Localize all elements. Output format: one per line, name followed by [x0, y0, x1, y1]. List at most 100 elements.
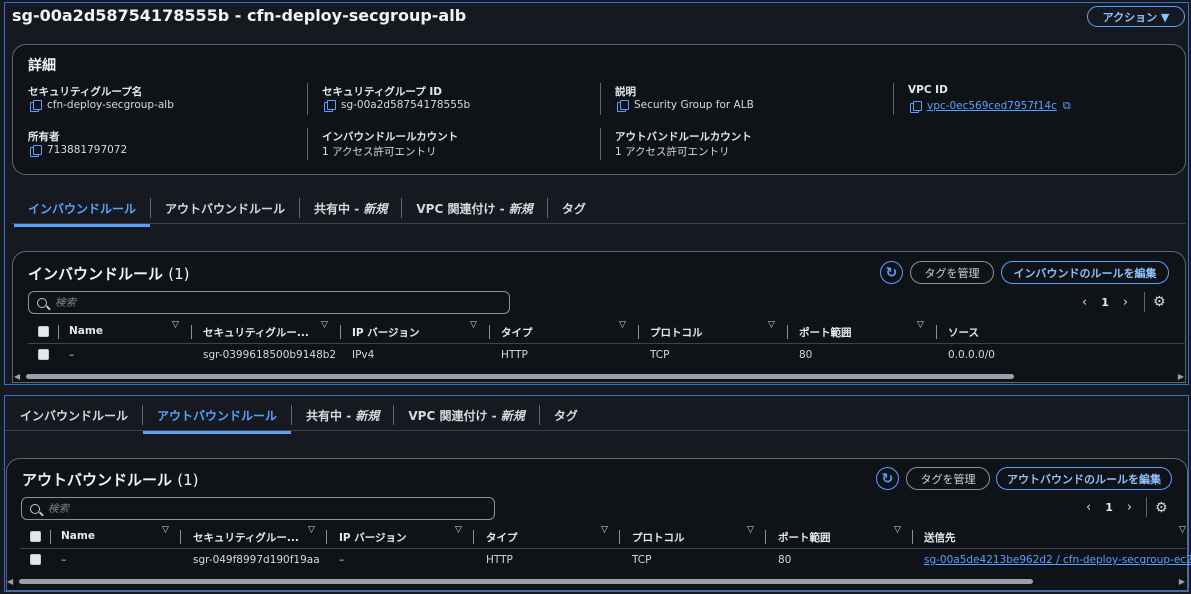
- column-header-destination[interactable]: 送信先: [924, 530, 956, 545]
- table-row[interactable]: – sgr-049f8997d190f19aa – HTTP TCP 80 sg…: [20, 549, 1191, 571]
- column-label: Name: [61, 530, 95, 542]
- gear-icon[interactable]: ⚙: [1153, 294, 1166, 310]
- select-all-checkbox[interactable]: [38, 326, 49, 337]
- row-checkbox[interactable]: [38, 349, 49, 360]
- tab-vpc-label: VPC 関連付け -: [416, 201, 509, 216]
- copy-icon[interactable]: [30, 144, 42, 157]
- column-label: IP バージョン: [352, 327, 420, 339]
- column-header-protocol[interactable]: プロトコル: [650, 325, 703, 340]
- outbound-panel-title: アウトバウンドルール (1): [22, 469, 199, 490]
- scrollbar-thumb[interactable]: [19, 579, 1033, 584]
- divider: [1144, 292, 1145, 312]
- page-title: sg-00a2d58754178555b - cfn-deploy-secgro…: [12, 6, 467, 25]
- vpc-id-value: vpc-0ec569ced7957f14c ⧉: [910, 99, 1071, 113]
- inbound-search-input[interactable]: 検索: [28, 291, 510, 314]
- sg-name-label: セキュリティグループ名: [28, 86, 143, 98]
- sg-name-text: cfn-deploy-secgroup-alb: [47, 99, 174, 111]
- column-header-name[interactable]: Name: [61, 530, 95, 542]
- column-label: ソース: [948, 327, 979, 339]
- chevron-left-icon[interactable]: ‹: [1086, 500, 1091, 515]
- tab-vpc-associations[interactable]: VPC 関連付け - 新規: [402, 200, 546, 217]
- copy-icon[interactable]: [617, 99, 629, 112]
- column-label: プロトコル: [650, 327, 703, 339]
- tab-tags[interactable]: タグ: [548, 200, 600, 217]
- copy-icon[interactable]: [910, 100, 922, 113]
- cell-protocol: TCP: [650, 349, 670, 361]
- table-row[interactable]: – sgr-0399618500b9148b2 IPv4 HTTP TCP 80…: [28, 344, 1186, 366]
- new-badge: 新規: [363, 201, 388, 216]
- column-header-type[interactable]: タイプ: [501, 325, 533, 340]
- scroll-left-arrow-icon[interactable]: ◀: [14, 372, 20, 381]
- tab-inbound-rules[interactable]: インバウンドルール: [14, 200, 151, 227]
- tab-vpc-associations[interactable]: VPC 関連付け - 新規: [394, 407, 538, 424]
- column-header-sg-rule-id[interactable]: セキュリティグルー...: [203, 325, 309, 340]
- column-divider: [58, 325, 59, 339]
- column-header-port-range[interactable]: ポート範囲: [778, 530, 831, 545]
- column-label: ポート範囲: [799, 327, 852, 339]
- cell-destination: sg-00a5de4213be962d2 / cfn-deploy-secgro…: [924, 554, 1191, 566]
- column-divider: [180, 530, 181, 544]
- tab-vpc-label: VPC 関連付け -: [408, 408, 501, 423]
- actions-button[interactable]: アクション ▼: [1087, 6, 1185, 27]
- details-heading: 詳細: [28, 58, 56, 74]
- select-all-checkbox[interactable]: [30, 531, 41, 542]
- edit-inbound-rules-button[interactable]: インバウンドのルールを編集: [1001, 261, 1169, 284]
- divider: [1146, 497, 1147, 517]
- new-badge: 新規: [508, 201, 533, 216]
- divider: [600, 128, 601, 160]
- column-header-type[interactable]: タイプ: [486, 530, 518, 545]
- horizontal-scrollbar[interactable]: ◀ ▶: [7, 577, 1187, 586]
- tab-inbound-rules[interactable]: インバウンドルール: [6, 407, 142, 424]
- column-divider: [787, 325, 788, 339]
- scrollbar-thumb[interactable]: [26, 374, 1014, 379]
- copy-icon[interactable]: [30, 99, 42, 112]
- scroll-right-arrow-icon[interactable]: ▶: [1178, 372, 1184, 381]
- column-header-sg-rule-id[interactable]: セキュリティグルー...: [193, 530, 299, 545]
- column-label: ポート範囲: [778, 532, 831, 544]
- chevron-right-icon[interactable]: ›: [1123, 295, 1128, 310]
- owner-value: 713881797072: [30, 144, 127, 157]
- page-number[interactable]: 1: [1101, 296, 1109, 309]
- cell-type: HTTP: [501, 349, 528, 361]
- edit-outbound-rules-button[interactable]: アウトバウンドのルールを編集: [996, 467, 1172, 490]
- destination-link[interactable]: sg-00a5de4213be962d2 / cfn-deploy-secgro…: [924, 554, 1191, 566]
- manage-tags-button[interactable]: タグを管理: [910, 261, 994, 284]
- gear-icon[interactable]: ⚙: [1155, 500, 1168, 516]
- cell-port-range: 80: [799, 349, 813, 361]
- chevron-left-icon[interactable]: ‹: [1082, 295, 1087, 310]
- scroll-right-arrow-icon[interactable]: ▶: [1179, 577, 1185, 586]
- description-text: Security Group for ALB: [634, 99, 754, 111]
- vpc-id-link[interactable]: vpc-0ec569ced7957f14c: [927, 100, 1057, 112]
- copy-icon[interactable]: [324, 99, 336, 112]
- search-placeholder: 検索: [48, 503, 69, 515]
- outbound-rule-count: (1): [177, 471, 199, 489]
- refresh-icon[interactable]: ↻: [876, 467, 899, 490]
- column-header-port-range[interactable]: ポート範囲: [799, 325, 852, 340]
- column-header-protocol[interactable]: プロトコル: [632, 530, 685, 545]
- scroll-left-arrow-icon[interactable]: ◀: [7, 577, 13, 586]
- refresh-icon[interactable]: ↻: [880, 261, 903, 284]
- chevron-right-icon[interactable]: ›: [1127, 500, 1132, 515]
- tabbar-underline: [5, 430, 1188, 431]
- column-divider: [489, 325, 490, 339]
- column-header-source[interactable]: ソース: [948, 325, 979, 340]
- column-header-ip-version[interactable]: IP バージョン: [339, 530, 407, 545]
- column-divider: [638, 325, 639, 339]
- column-divider: [340, 325, 341, 339]
- tab-shared[interactable]: 共有中 - 新規: [292, 407, 393, 424]
- column-divider: [50, 530, 51, 544]
- outbound-search-input[interactable]: 検索: [21, 497, 495, 520]
- tab-tags[interactable]: タグ: [540, 407, 592, 424]
- column-divider: [619, 530, 620, 544]
- tab-outbound-rules[interactable]: アウトバウンドルール: [143, 407, 292, 434]
- tab-shared[interactable]: 共有中 - 新規: [300, 200, 401, 217]
- column-header-ip-version[interactable]: IP バージョン: [352, 325, 420, 340]
- row-checkbox[interactable]: [30, 554, 41, 565]
- column-header-name[interactable]: Name: [69, 325, 103, 337]
- horizontal-scrollbar[interactable]: ◀ ▶: [14, 372, 1186, 381]
- page-number[interactable]: 1: [1105, 501, 1113, 514]
- divider: [600, 83, 601, 115]
- tab-outbound-rules[interactable]: アウトバウンドルール: [151, 200, 299, 217]
- manage-tags-button[interactable]: タグを管理: [906, 467, 990, 490]
- divider: [307, 128, 308, 160]
